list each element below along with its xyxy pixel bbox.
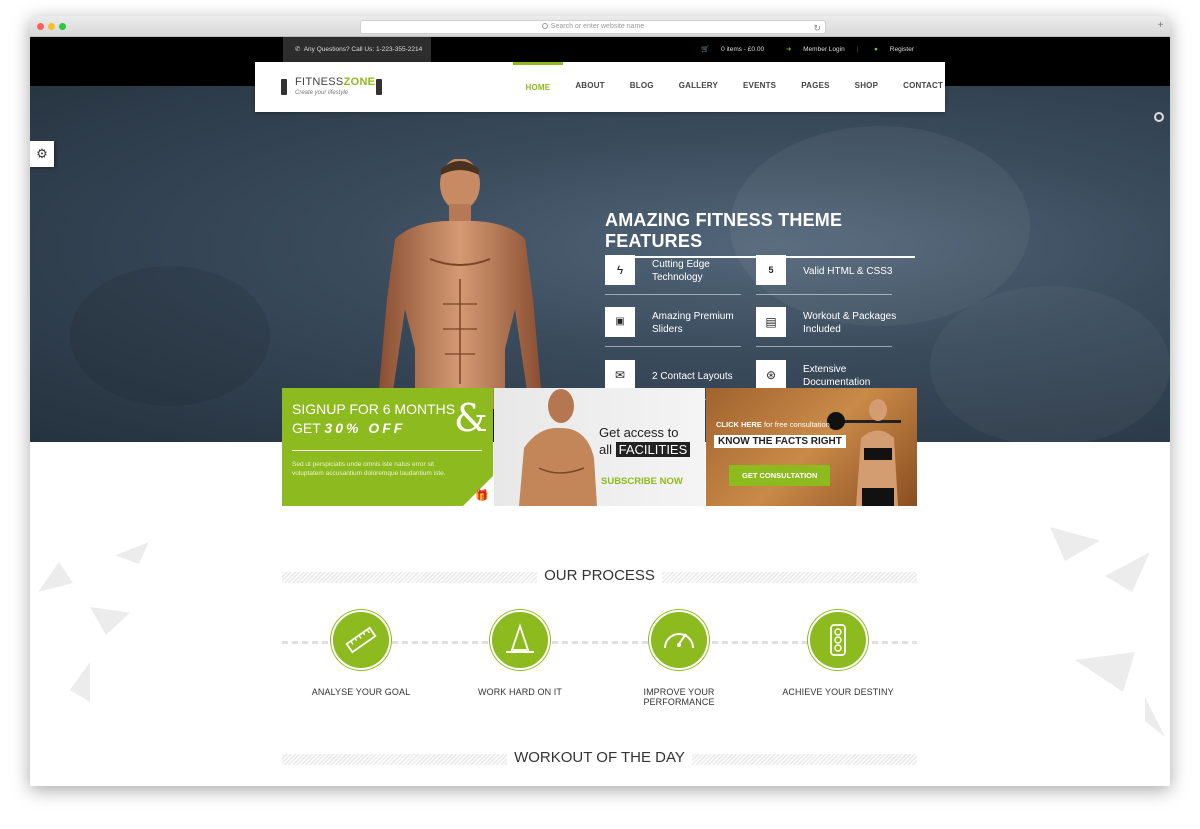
- address-bar[interactable]: Search or enter website name ↻: [360, 20, 826, 34]
- consult-headline: KNOW THE FACTS RIGHT: [714, 435, 846, 448]
- nav-gallery[interactable]: GALLERY: [666, 62, 730, 112]
- close-window-icon[interactable]: [37, 23, 44, 30]
- nav-about[interactable]: ABOUT: [563, 62, 617, 112]
- maximize-window-icon[interactable]: [59, 23, 66, 30]
- scroll-indicator[interactable]: [1154, 112, 1164, 122]
- divider: |: [856, 46, 859, 53]
- feature-label: Valid HTML & CSS3: [803, 265, 893, 277]
- signup-ampersand: &: [454, 396, 488, 440]
- main-header: FITNESSZONE Create your lifestyle HOME A…: [255, 62, 945, 112]
- register-link[interactable]: ● Register: [864, 46, 914, 53]
- get-consultation-button[interactable]: GET CONSULTATION: [729, 465, 831, 486]
- feature-item: ▣ Amazing Premium Sliders: [605, 303, 741, 347]
- process-step: ANALYSE YOUR GOAL: [291, 610, 431, 697]
- process-step: WORK HARD ON IT: [450, 610, 590, 697]
- workout-title: WORKOUT OF THE DAY: [507, 749, 692, 766]
- feature-item: ▤ Workout & Packages Included: [756, 303, 896, 347]
- search-icon: [541, 23, 548, 29]
- settings-gear-icon[interactable]: ⚙: [30, 141, 54, 167]
- process-title: OUR PROCESS: [537, 567, 662, 584]
- website: ✆ Any Questions? Call Us: 1-223-355-2214…: [30, 37, 1170, 786]
- nav-blog[interactable]: BLOG: [617, 62, 666, 112]
- signup-line1: SIGNUP FOR 6 MONTHS: [292, 401, 456, 417]
- user-icon: ●: [874, 46, 878, 53]
- nav-events[interactable]: EVENTS: [731, 62, 789, 112]
- decor-shape: [1075, 652, 1135, 692]
- reload-icon[interactable]: ↻: [813, 22, 821, 34]
- phone-icon: ✆: [295, 46, 301, 53]
- signup-body: Sed ut perspiciatis unde omnis iste natu…: [292, 461, 446, 477]
- features-panel: AMAZING FITNESS THEME FEATURES ϟ Cutting…: [605, 210, 915, 400]
- feature-label: Cutting Edge Technology: [652, 259, 710, 283]
- minimize-window-icon[interactable]: [48, 23, 55, 30]
- cone-icon: [490, 610, 550, 670]
- account-links: 🛒 0 items - £0.00 ➜ Member Login | ● Reg…: [681, 37, 914, 62]
- phone-text: Any Questions? Call Us: 1-223-355-2214: [303, 46, 423, 53]
- facilities-line2: all FACILITIES: [599, 442, 691, 457]
- signup-headline: SIGNUP FOR 6 MONTHS GET 30% OFF: [292, 400, 455, 438]
- divider: [292, 450, 482, 451]
- decor-shape: [115, 542, 149, 564]
- process-step: ACHIEVE YOUR DESTINY: [768, 610, 908, 697]
- cart-text: 0 items - £0.00: [721, 46, 765, 53]
- signup-line2: GET: [292, 420, 321, 436]
- signup-percent: 30% OFF: [324, 420, 406, 436]
- nav-contact[interactable]: CONTACT: [891, 62, 956, 112]
- step-label: ACHIEVE YOUR DESTINY: [782, 687, 894, 697]
- speedometer-icon: [649, 610, 709, 670]
- nav-home[interactable]: HOME: [513, 62, 563, 112]
- decor-shape: [90, 607, 130, 635]
- login-label: Member Login: [803, 46, 845, 53]
- main-nav: HOME ABOUT BLOG GALLERY EVENTS PAGES SHO…: [513, 62, 956, 112]
- logo-text: FITNESSZONE: [295, 76, 376, 88]
- document-icon: ▤: [756, 307, 786, 337]
- signup-banner[interactable]: SIGNUP FOR 6 MONTHS GET 30% OFF & Sed ut…: [282, 388, 493, 506]
- ruler-icon: [331, 610, 391, 670]
- step-label: WORK HARD ON IT: [478, 687, 562, 697]
- decor-shape: [70, 662, 90, 702]
- decor-shape: [1105, 552, 1150, 592]
- feature-label: Amazing Premium Sliders: [652, 311, 734, 335]
- step-label: ANALYSE YOUR GOAL: [311, 687, 411, 697]
- envelope-icon: ✉: [605, 360, 635, 390]
- html5-icon: 5: [756, 255, 786, 285]
- process-step: IMPROVE YOUR PERFORMANCE: [609, 610, 749, 707]
- decor-shape: [1050, 527, 1100, 561]
- bolt-icon: ϟ: [605, 255, 635, 285]
- cart-link[interactable]: 🛒 0 items - £0.00: [691, 46, 764, 53]
- phone-info: ✆ Any Questions? Call Us: 1-223-355-2214: [283, 37, 431, 62]
- facilities-line1: Get access to: [599, 425, 679, 440]
- feature-label: Workout & Packages Included: [803, 311, 897, 335]
- consultation-banner[interactable]: CLICK HERE for free consultation KNOW TH…: [706, 388, 917, 506]
- facilities-banner[interactable]: Get access to all FACILITIES SUBSCRIBE N…: [494, 388, 705, 506]
- athlete-photo: [519, 389, 597, 506]
- login-icon: ➜: [785, 46, 792, 53]
- promo-banners: SIGNUP FOR 6 MONTHS GET 30% OFF & Sed ut…: [282, 388, 917, 506]
- cart-icon: 🛒: [701, 46, 710, 53]
- decor-shape: [38, 562, 73, 592]
- step-label: IMPROVE YOUR PERFORMANCE: [643, 687, 715, 707]
- browser-chrome: Search or enter website name ↻ +: [30, 16, 1170, 37]
- browser-window: Search or enter website name ↻ + ✆ Any Q…: [30, 16, 1170, 786]
- logo-tagline: Create your lifestyle: [295, 90, 349, 96]
- nav-shop[interactable]: SHOP: [842, 62, 890, 112]
- traffic-light-icon: [808, 610, 868, 670]
- subscribe-now-link[interactable]: SUBSCRIBE NOW: [601, 476, 683, 487]
- dumbbell-icon: [281, 79, 287, 95]
- register-label: Register: [889, 46, 914, 53]
- nav-pages[interactable]: PAGES: [789, 62, 842, 112]
- member-login-link[interactable]: ➜ Member Login: [776, 46, 845, 53]
- address-bar-placeholder: Search or enter website name: [550, 23, 645, 30]
- decor-shape: [1145, 697, 1165, 737]
- feature-item: 5 Valid HTML & CSS3: [756, 251, 892, 295]
- new-tab-icon[interactable]: +: [1155, 21, 1166, 32]
- process-heading: OUR PROCESS: [282, 567, 917, 585]
- lifebuoy-icon: ⊛: [756, 360, 786, 390]
- feature-item: ϟ Cutting Edge Technology: [605, 251, 741, 295]
- gift-icon: 🎁: [475, 490, 489, 502]
- image-icon: ▣: [605, 307, 635, 337]
- consult-click-text: CLICK HERE for free consultation: [716, 420, 830, 429]
- workout-heading: WORKOUT OF THE DAY: [282, 749, 917, 767]
